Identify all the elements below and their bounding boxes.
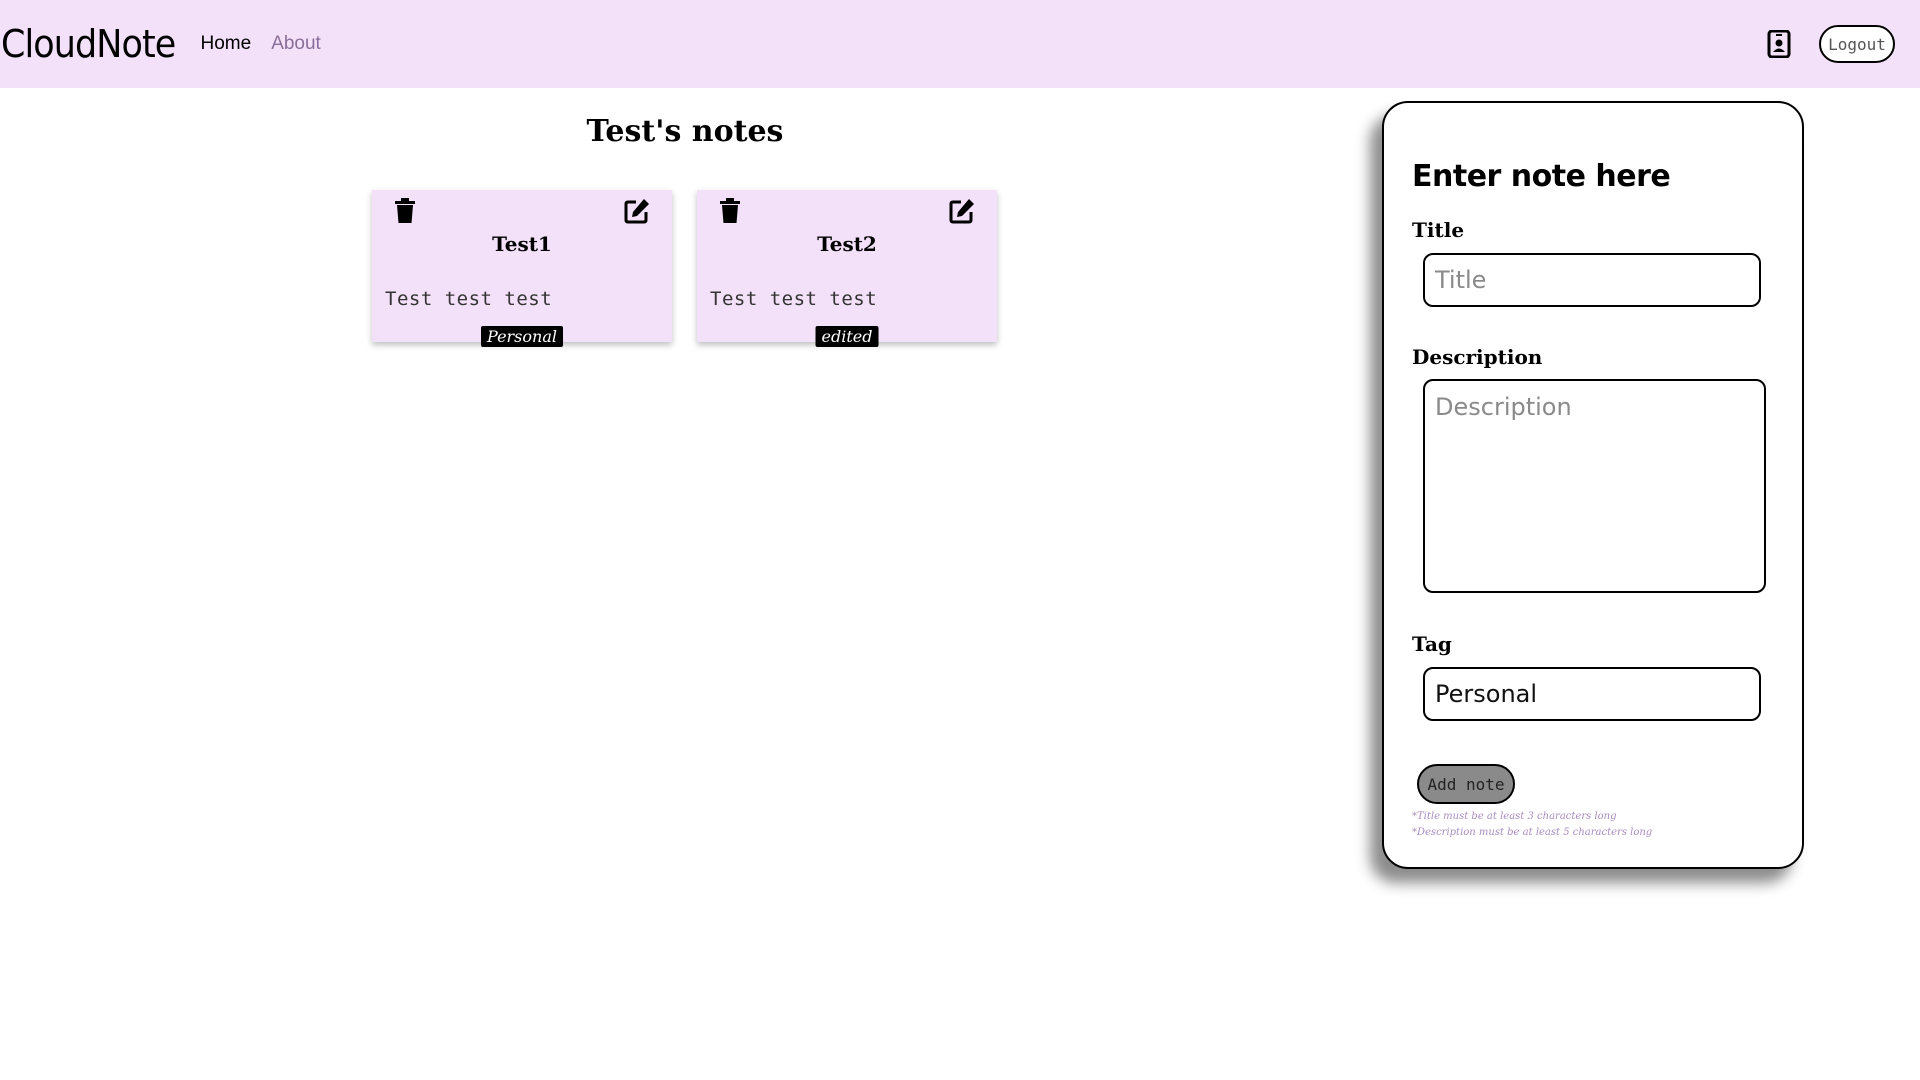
edit-icon[interactable] [949, 198, 975, 224]
description-label: Description [1412, 345, 1543, 369]
trash-icon[interactable] [719, 198, 741, 224]
tag-input[interactable] [1423, 667, 1761, 721]
trash-icon[interactable] [394, 198, 416, 224]
edit-icon[interactable] [624, 198, 650, 224]
title-label: Title [1412, 218, 1465, 242]
navbar: CloudNote Home About Logout [0, 0, 1920, 88]
note-card: Test2 Test test test edited [697, 190, 997, 347]
nav-link-about[interactable]: About [271, 33, 321, 55]
note-description: Test test test [710, 288, 878, 310]
form-heading: Enter note here [1412, 159, 1671, 194]
description-hint: *Description must be at least 5 characte… [1412, 827, 1653, 838]
note-description: Test test test [385, 288, 553, 310]
note-card: Test1 Test test test Personal [372, 190, 672, 347]
notes-heading: Test's notes [586, 114, 784, 149]
profile-icon[interactable] [1767, 30, 1791, 58]
add-note-button[interactable]: Add note [1417, 764, 1515, 804]
title-hint: *Title must be at least 3 characters lon… [1412, 811, 1617, 822]
navbar-actions: Logout [1767, 0, 1895, 88]
note-title: Test1 [492, 232, 552, 256]
add-note-panel: Enter note here Title Description Tag Ad… [1382, 101, 1804, 869]
nav-link-home[interactable]: Home [201, 33, 252, 55]
note-tag-badge: Personal [481, 326, 563, 347]
note-title: Test2 [817, 232, 877, 256]
brand-logo[interactable]: CloudNote [1, 22, 176, 66]
title-input[interactable] [1423, 253, 1761, 307]
description-textarea[interactable] [1423, 379, 1766, 593]
note-tag-badge: edited [815, 326, 879, 347]
logout-button[interactable]: Logout [1819, 25, 1895, 63]
tag-label: Tag [1412, 632, 1452, 656]
